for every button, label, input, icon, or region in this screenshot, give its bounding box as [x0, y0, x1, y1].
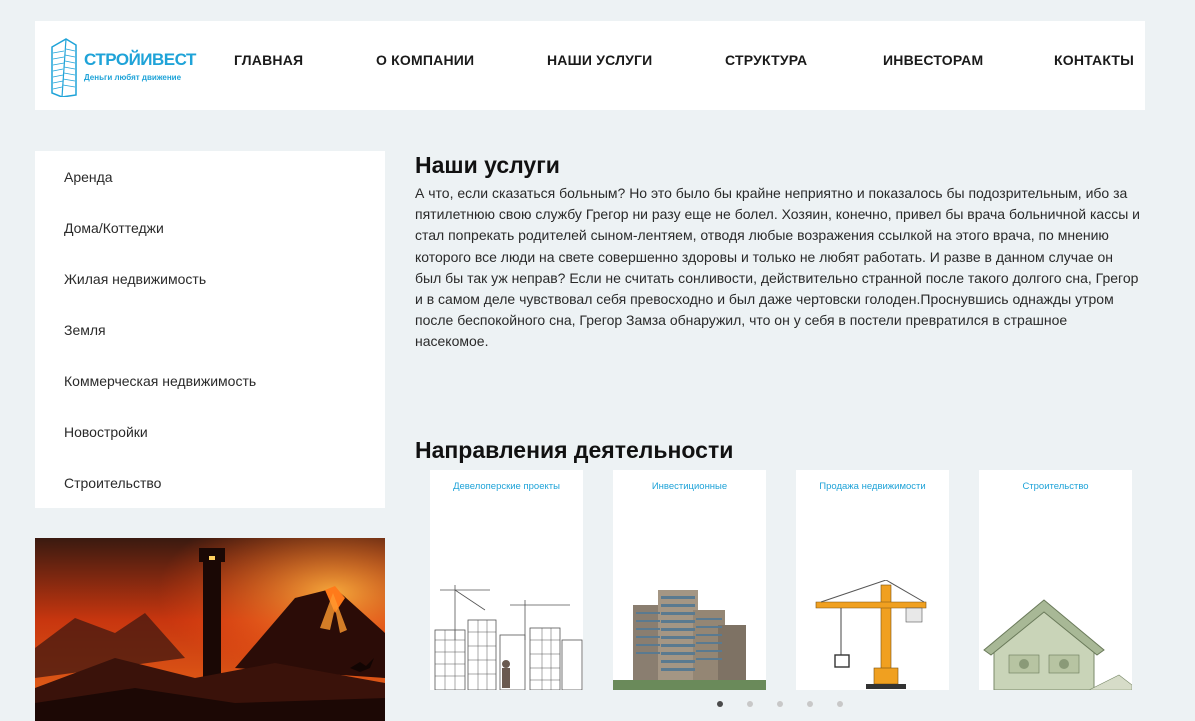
sidebar-item-commercial[interactable]: Коммерческая недвижимость	[64, 373, 256, 389]
direction-card-development[interactable]: Девелоперские проекты	[430, 470, 583, 690]
sidebar-menu: Аренда Дома/Коттеджи Жилая недвижимость …	[35, 151, 385, 508]
carousel-dot-4[interactable]	[807, 701, 813, 707]
sketch-city-image	[434, 585, 583, 690]
sidebar-item-rent[interactable]: Аренда	[64, 169, 113, 185]
carousel-dot-1[interactable]	[717, 701, 723, 707]
services-description: А что, если сказаться больным? Но это бы…	[415, 185, 1140, 350]
site-header: СТРОЙИВЕСТ Деньги любят движение ГЛАВНАЯ…	[35, 21, 1145, 110]
card-title: Строительство	[1022, 481, 1089, 492]
sidebar-item-residential[interactable]: Жилая недвижимость	[64, 271, 206, 287]
nav-structure[interactable]: СТРУКТУРА	[725, 52, 807, 68]
page-title: Наши услуги	[415, 152, 560, 178]
volcano-landscape-image	[35, 538, 385, 721]
carousel-dot-5[interactable]	[837, 701, 843, 707]
sidebar-item-houses[interactable]: Дома/Коттеджи	[64, 220, 164, 236]
carousel-dot-3[interactable]	[777, 701, 783, 707]
sidebar-item-construction[interactable]: Строительство	[64, 475, 161, 491]
direction-card-investment[interactable]: Инвестиционные	[613, 470, 766, 690]
nav-investors[interactable]: ИНВЕСТОРАМ	[883, 52, 983, 68]
card-title: Инвестиционные	[651, 481, 728, 492]
skyscraper-image	[613, 590, 766, 690]
money-house-image	[983, 599, 1132, 690]
nav-home[interactable]: ГЛАВНАЯ	[234, 52, 303, 68]
nav-services[interactable]: НАШИ УСЛУГИ	[547, 52, 652, 68]
direction-card-construction[interactable]: Строительство	[979, 470, 1132, 690]
card-title: Продажа недвижимости	[819, 481, 926, 492]
nav-about[interactable]: О КОМПАНИИ	[376, 52, 474, 68]
sidebar-item-land[interactable]: Земля	[64, 322, 106, 338]
nav-contacts[interactable]: КОНТАКТЫ	[1054, 52, 1134, 68]
carousel-dot-2[interactable]	[747, 701, 753, 707]
card-title: Девелоперские проекты	[453, 481, 560, 492]
crane-image	[815, 580, 927, 689]
direction-card-property-sale[interactable]: Продажа недвижимости	[796, 470, 949, 690]
main-nav: ГЛАВНАЯ О КОМПАНИИ НАШИ УСЛУГИ СТРУКТУРА…	[35, 21, 1145, 110]
sidebar-item-new-buildings[interactable]: Новостройки	[64, 424, 148, 440]
directions-title: Направления деятельности	[415, 437, 734, 463]
